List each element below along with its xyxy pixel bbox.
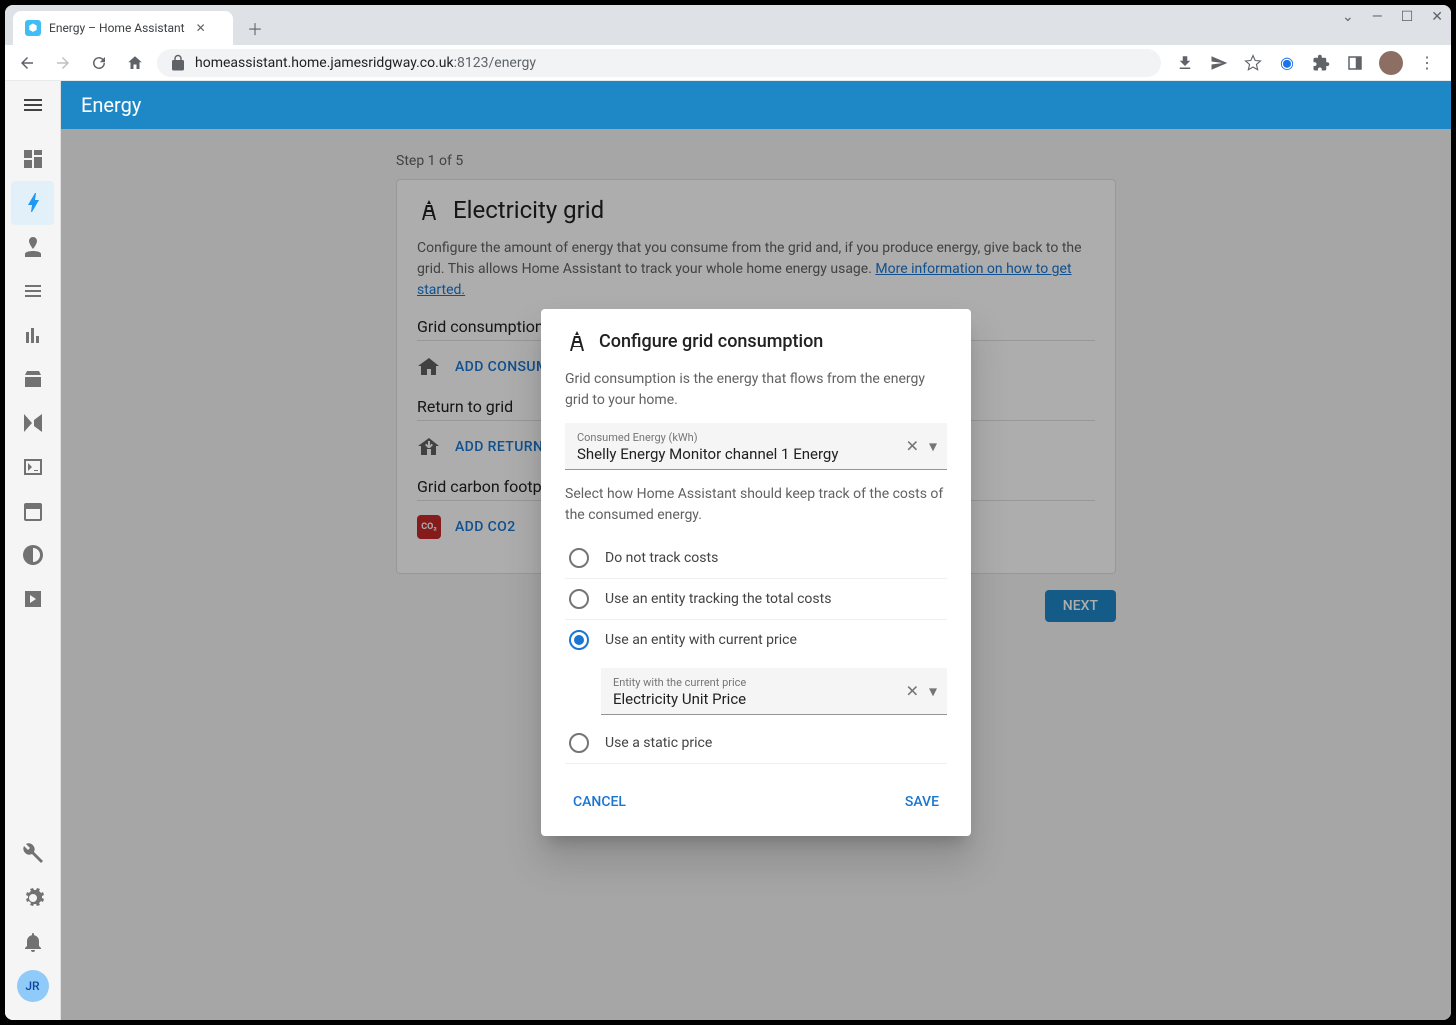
page-title: Energy bbox=[81, 93, 141, 117]
send-icon[interactable] bbox=[1209, 53, 1229, 73]
price-entity-input[interactable]: Entity with the current price Electricit… bbox=[601, 668, 947, 715]
sidebar-item-studio[interactable] bbox=[5, 401, 60, 445]
sidebar-item-terminal[interactable] bbox=[5, 445, 60, 489]
chevron-down-icon[interactable]: ⌄ bbox=[1342, 9, 1354, 25]
close-tab-icon[interactable]: ✕ bbox=[193, 20, 209, 36]
sidebar-item-media[interactable] bbox=[5, 577, 60, 621]
star-icon[interactable] bbox=[1243, 53, 1263, 73]
sidebar-item-notifications[interactable] bbox=[5, 920, 60, 964]
cancel-button[interactable]: CANCEL bbox=[565, 788, 634, 816]
browser-tab[interactable]: ⬢ Energy – Home Assistant ✕ bbox=[13, 11, 233, 45]
minimize-icon[interactable]: — bbox=[1372, 9, 1383, 25]
sidebar-item-z2m[interactable] bbox=[5, 533, 60, 577]
consumed-energy-input[interactable]: Consumed Energy (kWh) Shelly Energy Moni… bbox=[565, 423, 947, 470]
radio-label: Do not track costs bbox=[605, 550, 718, 566]
input-value: Electricity Unit Price bbox=[613, 690, 746, 708]
configure-grid-dialog: Configure grid consumption Grid consumpt… bbox=[541, 309, 971, 836]
forward-button[interactable] bbox=[49, 49, 77, 77]
sidebar-item-logbook[interactable] bbox=[5, 269, 60, 313]
dropdown-icon[interactable]: ▾ bbox=[929, 437, 937, 456]
radio-static-price[interactable]: Use a static price bbox=[565, 723, 947, 764]
kebab-menu-icon[interactable]: ⋮ bbox=[1417, 53, 1437, 73]
radio-label: Use an entity tracking the total costs bbox=[605, 591, 831, 607]
install-app-icon[interactable] bbox=[1175, 53, 1195, 73]
radio-no-cost[interactable]: Do not track costs bbox=[565, 538, 947, 579]
dialog-title: Configure grid consumption bbox=[599, 331, 823, 352]
close-window-icon[interactable]: ✕ bbox=[1431, 9, 1443, 25]
sidebar-item-devtools[interactable] bbox=[5, 832, 60, 876]
dialog-intro: Grid consumption is the energy that flow… bbox=[565, 369, 947, 411]
reload-button[interactable] bbox=[85, 49, 113, 77]
browser-tabs-bar: ⬢ Energy – Home Assistant ✕ ＋ ⌄ — ☐ ✕ bbox=[5, 5, 1451, 45]
url-path: /energy bbox=[489, 55, 536, 71]
clear-icon[interactable]: ✕ bbox=[906, 682, 919, 701]
tab-title: Energy – Home Assistant bbox=[49, 21, 185, 35]
favicon-icon: ⬢ bbox=[25, 20, 41, 36]
maximize-icon[interactable]: ☐ bbox=[1401, 9, 1414, 25]
app-header: Energy bbox=[61, 81, 1451, 129]
radio-entity-total[interactable]: Use an entity tracking the total costs bbox=[565, 579, 947, 620]
radio-icon-checked bbox=[569, 630, 589, 650]
profile-avatar[interactable] bbox=[1379, 51, 1403, 75]
sidebar: JR bbox=[5, 81, 61, 1020]
window-controls: ⌄ — ☐ ✕ bbox=[1342, 9, 1443, 25]
save-button[interactable]: SAVE bbox=[897, 788, 947, 816]
extension-icon[interactable]: ◉ bbox=[1277, 53, 1297, 73]
radio-label: Use a static price bbox=[605, 735, 712, 751]
sidebar-item-history[interactable] bbox=[5, 313, 60, 357]
sidebar-item-calendar[interactable] bbox=[5, 489, 60, 533]
home-button[interactable] bbox=[121, 49, 149, 77]
new-tab-button[interactable]: ＋ bbox=[241, 14, 269, 42]
dropdown-icon[interactable]: ▾ bbox=[929, 682, 937, 701]
radio-icon bbox=[569, 548, 589, 568]
radio-icon bbox=[569, 733, 589, 753]
transmission-tower-icon bbox=[565, 329, 589, 353]
radio-label: Use an entity with current price bbox=[605, 632, 797, 648]
user-badge[interactable]: JR bbox=[17, 970, 49, 1002]
clear-icon[interactable]: ✕ bbox=[906, 437, 919, 456]
input-label: Consumed Energy (kWh) bbox=[577, 431, 935, 444]
url-host: homeassistant.home.jamesridgway.co.uk bbox=[195, 55, 454, 71]
sidebar-item-dashboard[interactable] bbox=[5, 137, 60, 181]
panel-icon[interactable] bbox=[1345, 53, 1365, 73]
sidebar-item-map[interactable] bbox=[5, 225, 60, 269]
input-label: Entity with the current price bbox=[613, 676, 935, 689]
sidebar-item-hacs[interactable] bbox=[5, 357, 60, 401]
sidebar-item-energy[interactable] bbox=[11, 181, 54, 225]
sidebar-item-settings[interactable] bbox=[5, 876, 60, 920]
modal-overlay[interactable]: Configure grid consumption Grid consumpt… bbox=[61, 129, 1451, 1020]
back-button[interactable] bbox=[13, 49, 41, 77]
url-bar[interactable]: homeassistant.home.jamesridgway.co.uk:81… bbox=[157, 49, 1161, 77]
puzzle-icon[interactable] bbox=[1311, 53, 1331, 73]
hamburger-menu-button[interactable] bbox=[5, 81, 60, 129]
cost-intro: Select how Home Assistant should keep tr… bbox=[565, 484, 947, 526]
radio-entity-price[interactable]: Use an entity with current price bbox=[565, 620, 947, 660]
input-value: Shelly Energy Monitor channel 1 Energy bbox=[577, 445, 838, 463]
address-bar: homeassistant.home.jamesridgway.co.uk:81… bbox=[5, 45, 1451, 81]
radio-icon bbox=[569, 589, 589, 609]
lock-icon bbox=[169, 54, 187, 72]
url-port: :8123 bbox=[454, 55, 489, 71]
